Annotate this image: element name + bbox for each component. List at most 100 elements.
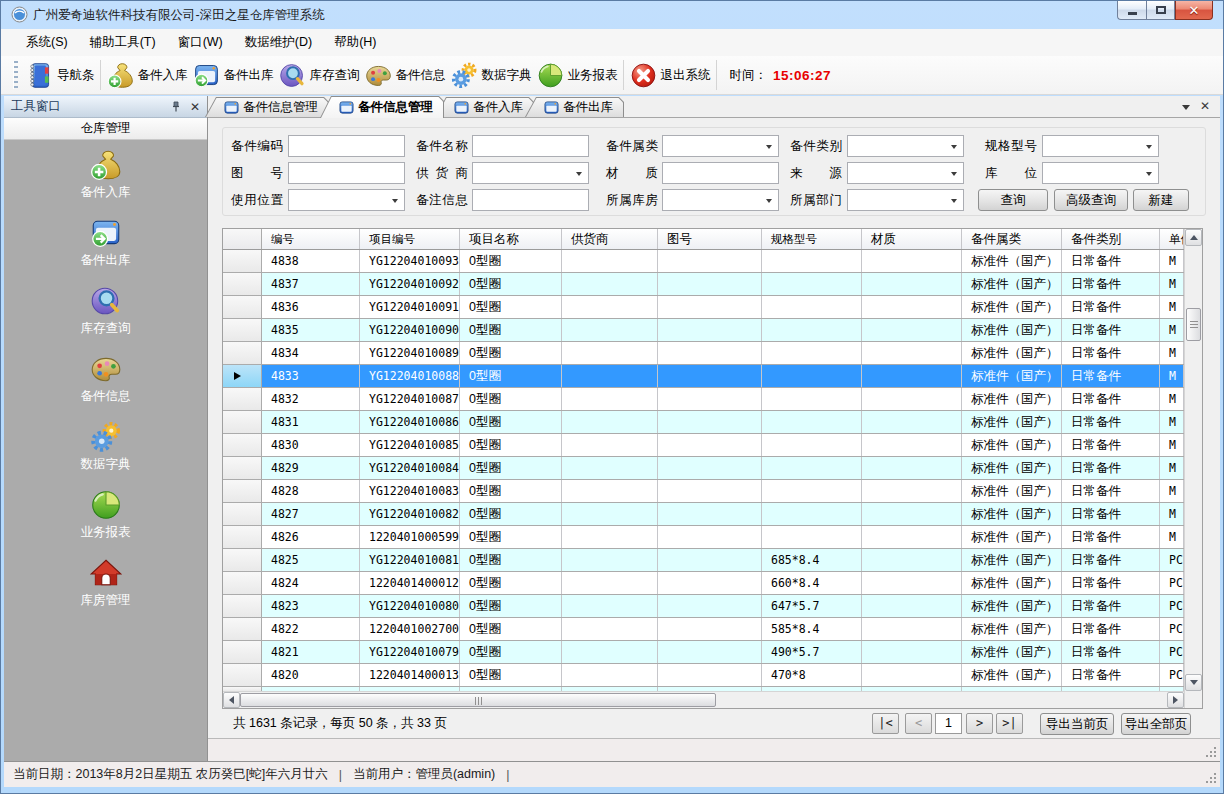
- row-selector[interactable]: [223, 480, 262, 502]
- row-selector[interactable]: [223, 457, 262, 479]
- column-header-project-name[interactable]: 项目名称: [460, 229, 562, 249]
- input-备件编码[interactable]: [288, 135, 405, 157]
- toolbar-parts-info[interactable]: 备件信息: [362, 58, 448, 92]
- menu-help[interactable]: 帮助(H): [323, 30, 387, 55]
- new-button[interactable]: 新建: [1133, 189, 1189, 211]
- vertical-scroll-thumb[interactable]: [1186, 308, 1201, 341]
- select-备件类别[interactable]: [847, 135, 964, 157]
- scroll-up-button[interactable]: [1185, 229, 1202, 246]
- table-row[interactable]: 482412204014000120型圈660*8.4标准件（国产）日常备件PC: [223, 572, 1184, 595]
- table-row[interactable]: 4831YG122040100860型圈标准件（国产）日常备件M: [223, 411, 1184, 434]
- first-page-button[interactable]: |<: [872, 713, 899, 734]
- sidebar-item-库房管理[interactable]: 库房管理: [4, 556, 207, 624]
- menu-data-maintenance[interactable]: 数据维护(D): [234, 30, 323, 55]
- maximize-button[interactable]: [1146, 1, 1175, 20]
- sidebar-item-备件入库[interactable]: 备件入库: [4, 148, 207, 216]
- row-selector[interactable]: [223, 664, 262, 686]
- table-row[interactable]: 4832YG122040100870型圈标准件（国产）日常备件M: [223, 388, 1184, 411]
- scroll-down-button[interactable]: [1185, 674, 1202, 691]
- column-header-category[interactable]: 备件属类: [962, 229, 1062, 249]
- column-header-unit[interactable]: 单位: [1160, 229, 1184, 249]
- row-selector[interactable]: [223, 641, 262, 663]
- row-selector[interactable]: [223, 595, 262, 617]
- toolbar-navigator[interactable]: 导航条: [23, 58, 97, 92]
- input-图号[interactable]: [288, 162, 405, 184]
- select-库位[interactable]: [1042, 162, 1159, 184]
- tab-备件入库[interactable]: 备件入库: [435, 97, 534, 117]
- column-header-supplier[interactable]: 供货商: [562, 229, 658, 249]
- select-所属部门[interactable]: [847, 189, 964, 211]
- table-row[interactable]: 482612204010005990型圈标准件（国产）日常备件M: [223, 526, 1184, 549]
- tab-close-icon[interactable]: ✕: [1200, 100, 1210, 112]
- row-selector[interactable]: [223, 319, 262, 341]
- row-selector[interactable]: [223, 434, 262, 456]
- horizontal-scroll-thumb[interactable]: [240, 693, 716, 707]
- sidebar-item-数据字典[interactable]: 数据字典: [4, 420, 207, 488]
- table-row[interactable]: 4823YG122040100800型圈647*5.7标准件（国产）日常备件PC: [223, 595, 1184, 618]
- row-selector[interactable]: [223, 342, 262, 364]
- row-selector[interactable]: [223, 549, 262, 571]
- row-selector-header[interactable]: [223, 229, 262, 249]
- table-row[interactable]: 4836YG122040100910型圈标准件（国产）日常备件M: [223, 296, 1184, 319]
- tab-备件信息管理[interactable]: 备件信息管理: [205, 97, 329, 117]
- row-selector[interactable]: [223, 250, 262, 272]
- sidebar-item-库存查询[interactable]: 库存查询: [4, 284, 207, 352]
- sidebar-close-icon[interactable]: ✕: [190, 100, 200, 114]
- select-规格型号[interactable]: [1042, 135, 1159, 157]
- select-所属库房[interactable]: [662, 189, 779, 211]
- input-备注信息[interactable]: [472, 189, 589, 211]
- table-row[interactable]: 4830YG122040100850型圈标准件（国产）日常备件M: [223, 434, 1184, 457]
- table-row[interactable]: 4837YG122040100920型圈标准件（国产）日常备件M: [223, 273, 1184, 296]
- row-selector[interactable]: [223, 273, 262, 295]
- toolbar-parts-outbound[interactable]: 备件出库: [190, 58, 276, 92]
- row-selector[interactable]: [223, 296, 262, 318]
- minimize-button[interactable]: [1117, 1, 1146, 20]
- export-current-page-button[interactable]: 导出当前页: [1040, 713, 1114, 735]
- table-row[interactable]: 482012204014000130型圈470*8标准件（国产）日常备件PC: [223, 664, 1184, 687]
- close-button[interactable]: ✕: [1175, 1, 1213, 20]
- advanced-query-button[interactable]: 高级查询: [1054, 189, 1128, 211]
- pin-icon[interactable]: [170, 101, 182, 113]
- row-selector[interactable]: [223, 388, 262, 410]
- tab-备件信息管理-active[interactable]: 备件信息管理: [320, 96, 444, 118]
- column-header-material[interactable]: 材质: [862, 229, 962, 249]
- row-selector[interactable]: [223, 526, 262, 548]
- input-备件名称[interactable]: [472, 135, 589, 157]
- column-header-type[interactable]: 备件类别: [1062, 229, 1160, 249]
- horizontal-scrollbar[interactable]: [223, 691, 1184, 708]
- tab-list-dropdown-icon[interactable]: [1182, 105, 1190, 110]
- column-header-figure-no[interactable]: 图号: [658, 229, 762, 249]
- table-row[interactable]: 482212204010027000型圈585*8.4标准件（国产）日常备件PC: [223, 618, 1184, 641]
- column-header-project-code[interactable]: 项目编号: [360, 229, 460, 249]
- table-row[interactable]: 4821YG122040100790型圈490*5.7标准件（国产）日常备件PC: [223, 641, 1184, 664]
- scroll-left-button[interactable]: [223, 692, 240, 708]
- toolbar-exit-system[interactable]: 退出系统: [627, 58, 713, 92]
- row-selector[interactable]: [223, 411, 262, 433]
- row-selector[interactable]: [223, 365, 262, 387]
- table-row[interactable]: 4829YG122040100840型圈标准件（国产）日常备件M: [223, 457, 1184, 480]
- vertical-scrollbar[interactable]: [1184, 229, 1202, 708]
- scroll-right-button[interactable]: [1167, 692, 1184, 708]
- table-row[interactable]: 4835YG122040100900型圈标准件（国产）日常备件M: [223, 319, 1184, 342]
- page-number-box[interactable]: 1: [935, 713, 962, 734]
- table-row-selected[interactable]: 4833YG122040100880型圈标准件（国产）日常备件M: [223, 365, 1184, 388]
- toolbar-drag-grip[interactable]: [13, 61, 18, 89]
- tab-备件出库[interactable]: 备件出库: [525, 97, 624, 117]
- select-备件属类[interactable]: [662, 135, 779, 157]
- select-供货商[interactable]: [472, 162, 589, 184]
- toolbar-business-report[interactable]: 业务报表: [534, 58, 620, 92]
- toolbar-data-dictionary[interactable]: 数据字典: [448, 58, 534, 92]
- table-row[interactable]: 4834YG122040100890型圈标准件（国产）日常备件M: [223, 342, 1184, 365]
- row-selector[interactable]: [223, 572, 262, 594]
- toolbar-inventory-query[interactable]: 库存查询: [276, 58, 362, 92]
- column-header-id[interactable]: 编号: [262, 229, 360, 249]
- row-selector[interactable]: [223, 618, 262, 640]
- table-row[interactable]: 4825YG122040100810型圈685*8.4标准件（国产）日常备件PC: [223, 549, 1184, 572]
- table-row[interactable]: 4838YG122040100930型圈标准件（国产）日常备件M: [223, 250, 1184, 273]
- menu-system[interactable]: 系统(S): [15, 30, 79, 55]
- table-row[interactable]: 4828YG122040100830型圈标准件（国产）日常备件M: [223, 480, 1184, 503]
- table-row[interactable]: 4827YG122040100820型圈标准件（国产）日常备件M: [223, 503, 1184, 526]
- last-page-button[interactable]: >|: [996, 713, 1023, 734]
- select-来源[interactable]: [847, 162, 964, 184]
- sidebar-item-备件出库[interactable]: 备件出库: [4, 216, 207, 284]
